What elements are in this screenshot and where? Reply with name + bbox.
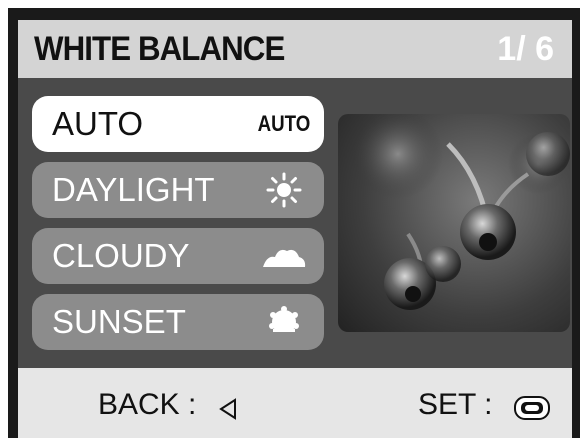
- ok-button-icon[interactable]: [514, 396, 550, 425]
- preview-image: [338, 114, 570, 332]
- sun-icon: [258, 172, 310, 208]
- menu-item-label: SUNSET: [52, 303, 186, 340]
- sunset-icon: [258, 304, 310, 340]
- menu-item-cloudy[interactable]: CLOUDY: [32, 228, 324, 284]
- menu-item-auto[interactable]: AUTO AUTO: [32, 96, 324, 152]
- auto-text-icon: AUTO: [257, 106, 311, 142]
- cloud-icon: [258, 238, 310, 274]
- menu-item-sunset[interactable]: SUNSET: [32, 294, 324, 350]
- set-label: SET :: [418, 388, 493, 421]
- page-indicator: 1/ 6: [497, 30, 554, 68]
- menu-content: AUTO AUTO DAYLIGHT CLOUDY SUNSET: [18, 78, 572, 368]
- menu-item-label: AUTO: [52, 105, 144, 142]
- menu-item-daylight[interactable]: DAYLIGHT: [32, 162, 324, 218]
- left-arrow-icon[interactable]: [218, 398, 238, 425]
- back-label: BACK :: [98, 388, 197, 421]
- menu-header: WHITE BALANCE 1/ 6: [18, 20, 572, 78]
- menu-item-label: DAYLIGHT: [52, 171, 215, 208]
- page-title: WHITE BALANCE: [34, 30, 285, 68]
- menu-item-label: CLOUDY: [52, 237, 190, 274]
- auto-icon-label: AUTO: [257, 111, 311, 136]
- footer-bar: BACK : SET :: [18, 368, 572, 438]
